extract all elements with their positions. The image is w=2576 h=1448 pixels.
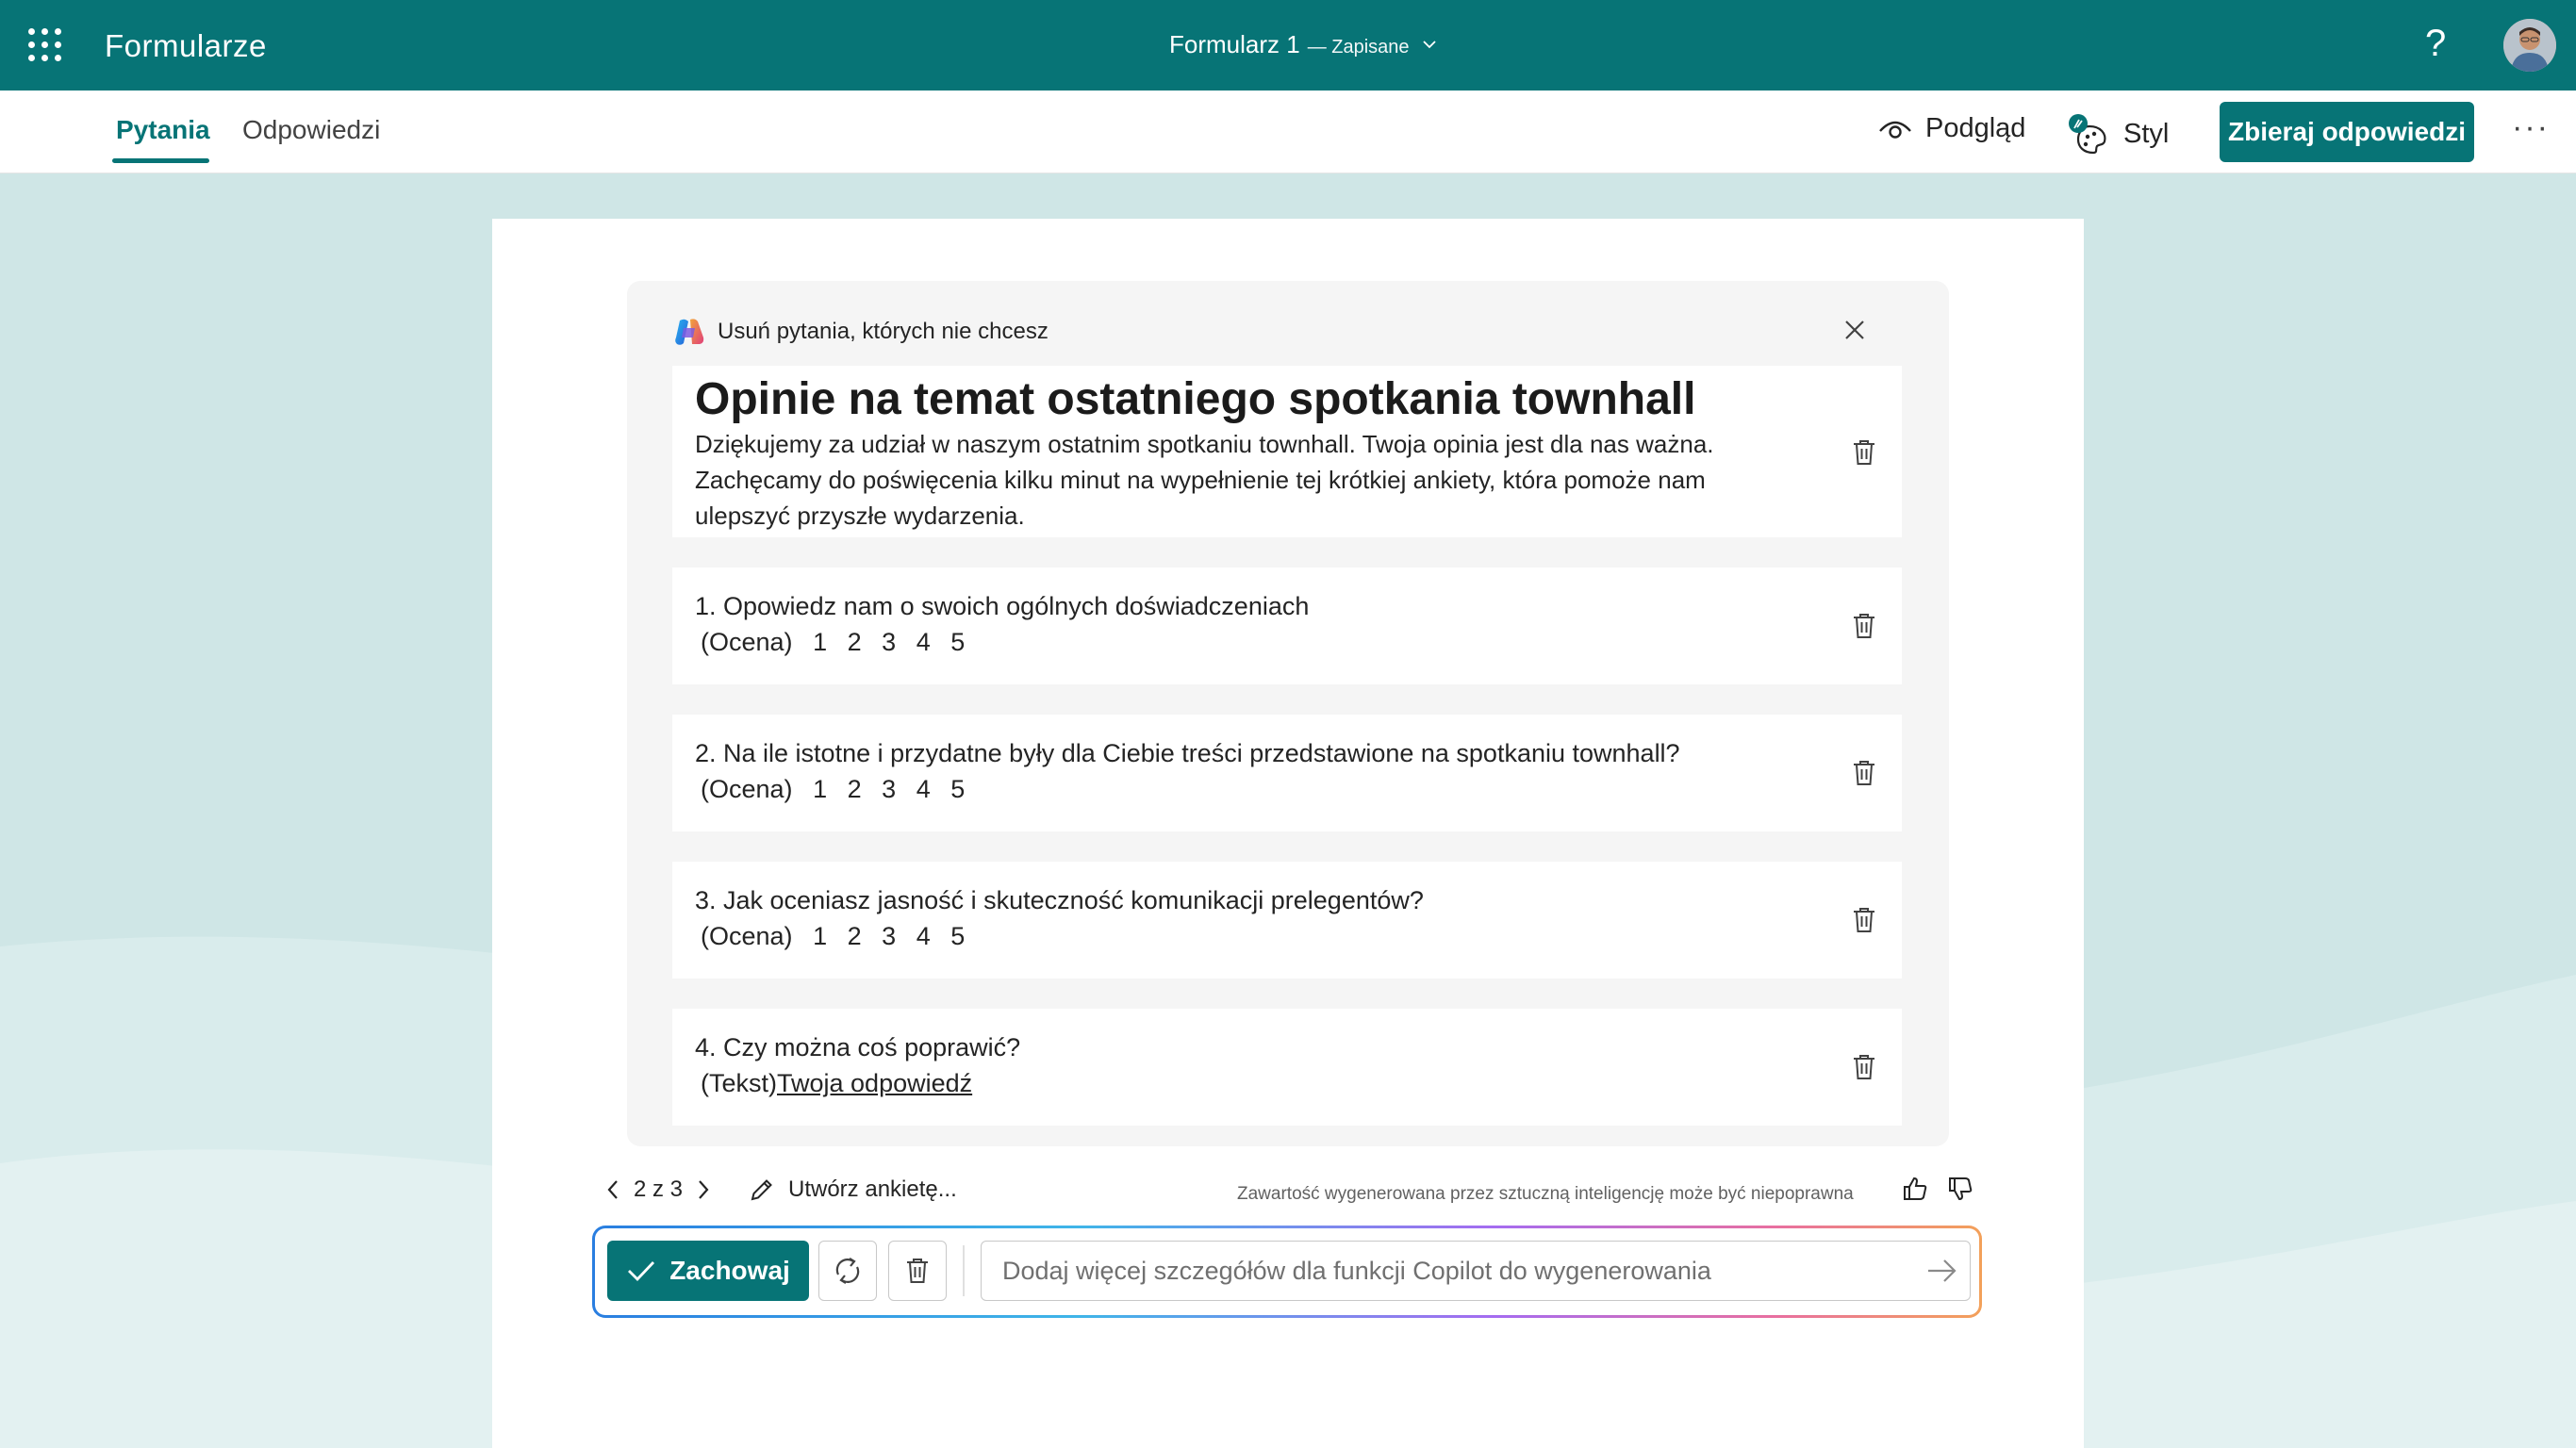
keep-button[interactable]: Zachowaj: [607, 1241, 809, 1301]
app-name[interactable]: Formularze: [105, 28, 267, 64]
form-canvas: Usuń pytania, których nie chcesz Opinie …: [0, 173, 2576, 1448]
rating-option: 4: [916, 922, 931, 950]
copilot-prompt-input[interactable]: [1002, 1242, 1907, 1300]
tab-questions[interactable]: Pytania: [116, 115, 210, 145]
chevron-down-icon: [1422, 41, 1436, 49]
question-text: 3. Jak oceniasz jasność i skuteczność ko…: [695, 886, 1424, 914]
trash-icon[interactable]: [1851, 905, 1877, 935]
chevron-right-icon[interactable]: [696, 1178, 711, 1201]
answer-placeholder: Twoja odpowiedź: [777, 1069, 973, 1097]
collect-responses-button[interactable]: Zbieraj odpowiedzi: [2220, 102, 2474, 162]
copilot-draft-panel: Usuń pytania, których nie chcesz Opinie …: [627, 281, 1949, 1146]
question-type: (Ocena): [701, 775, 793, 803]
pencil-icon: [751, 1179, 772, 1201]
question-text: 1. Opowiedz nam o swoich ogólnych doświa…: [695, 592, 1310, 620]
form-description: Dziękujemy za udział w naszym ostatnim s…: [695, 430, 1714, 530]
question-type: (Ocena): [701, 628, 793, 656]
preview-label: Podgląd: [1925, 113, 2026, 143]
copilot-action-bar: Zachowaj: [592, 1226, 1982, 1318]
question-card-3[interactable]: 3. Jak oceniasz jasność i skuteczność ko…: [672, 862, 1902, 979]
trash-icon[interactable]: [1851, 437, 1877, 468]
question-rating: (Ocena) 1 2 3 4 5: [701, 775, 965, 804]
style-button[interactable]: Styl: [2067, 113, 2169, 155]
discard-button[interactable]: [888, 1241, 947, 1301]
copilot-prompt-field[interactable]: [981, 1241, 1971, 1301]
rating-option: 2: [847, 628, 862, 656]
rating-option: 1: [813, 775, 828, 803]
rating-option: 5: [950, 922, 966, 950]
copilot-panel-header: Usuń pytania, których nie chcesz: [672, 315, 1049, 349]
trash-icon[interactable]: [1851, 611, 1877, 641]
chevron-left-icon[interactable]: [605, 1178, 620, 1201]
ai-disclaimer: Zawartość wygenerowana przez sztuczną in…: [1237, 1184, 1854, 1204]
trash-icon[interactable]: [1851, 1052, 1877, 1082]
preview-button[interactable]: Podgląd: [1878, 113, 2025, 144]
more-options-icon[interactable]: ···: [2512, 109, 2550, 146]
divider: [963, 1245, 965, 1296]
eye-icon: [1879, 121, 1911, 139]
palette-icon: [2069, 114, 2106, 155]
rating-option: 5: [950, 775, 966, 803]
active-tab-indicator: [112, 158, 209, 163]
document-title: Formularz 1: [1169, 30, 1300, 58]
thumbs-down-icon[interactable]: [1946, 1175, 1974, 1203]
tab-bar: Pytania Odpowiedzi Podgląd Styl Zbieraj …: [0, 90, 2576, 173]
draft-pager: 2 z 3: [605, 1176, 711, 1203]
tab-responses[interactable]: Odpowiedzi: [242, 115, 380, 145]
question-card-2[interactable]: 2. Na ile istotne i przydatne były dla C…: [672, 715, 1902, 831]
waffle-icon[interactable]: [28, 28, 62, 62]
keep-label: Zachowaj: [669, 1256, 790, 1285]
app-header: Formularze Formularz 1 — Zapisane ?: [0, 0, 2576, 90]
question-text-answer: (Tekst)Twoja odpowiedź: [701, 1069, 972, 1098]
save-status: — Zapisane: [1307, 37, 1410, 58]
question-text: 4. Czy można coś poprawić?: [695, 1033, 1021, 1061]
rating-option: 3: [882, 628, 897, 656]
trash-icon[interactable]: [1851, 758, 1877, 788]
create-survey-link[interactable]: Utwórz ankietę...: [749, 1176, 957, 1203]
thumbs-up-icon[interactable]: [1901, 1175, 1929, 1203]
question-rating: (Ocena) 1 2 3 4 5: [701, 628, 965, 657]
rating-option: 4: [916, 628, 931, 656]
rating-option: 1: [813, 922, 828, 950]
checkmark-icon: [628, 1261, 655, 1282]
rating-option: 4: [916, 775, 931, 803]
question-text: 2. Na ile istotne i przydatne były dla C…: [695, 739, 1680, 767]
form-title-card[interactable]: Opinie na temat ostatniego spotkania tow…: [672, 366, 1902, 537]
copilot-icon: [675, 319, 704, 345]
rating-option: 2: [847, 922, 862, 950]
question-type: (Ocena): [701, 922, 793, 950]
style-label: Styl: [2123, 118, 2170, 149]
help-icon[interactable]: ?: [2425, 23, 2446, 65]
question-card-4[interactable]: 4. Czy można coś poprawić? (Tekst)Twoja …: [672, 1009, 1902, 1126]
rating-option: 5: [950, 628, 966, 656]
regenerate-button[interactable]: [818, 1241, 877, 1301]
document-title-menu[interactable]: Formularz 1 — Zapisane: [1169, 30, 1438, 59]
rating-option: 2: [847, 775, 862, 803]
rating-option: 3: [882, 775, 897, 803]
trash-icon: [907, 1259, 928, 1283]
form-title: Opinie na temat ostatniego spotkania tow…: [695, 374, 1696, 424]
copilot-panel-title: Usuń pytania, których nie chcesz: [718, 319, 1049, 344]
close-icon[interactable]: [1841, 317, 1868, 343]
send-icon[interactable]: [1926, 1257, 1958, 1285]
question-card-1[interactable]: 1. Opowiedz nam o swoich ogólnych doświa…: [672, 568, 1902, 684]
create-survey-label: Utwórz ankietę...: [788, 1176, 957, 1202]
avatar[interactable]: [2503, 19, 2556, 72]
question-rating: (Ocena) 1 2 3 4 5: [701, 922, 965, 951]
rating-option: 3: [882, 922, 897, 950]
refresh-icon: [835, 1258, 860, 1284]
question-type: (Tekst): [701, 1069, 777, 1097]
rating-option: 1: [813, 628, 828, 656]
pager-label: 2 z 3: [634, 1176, 684, 1202]
